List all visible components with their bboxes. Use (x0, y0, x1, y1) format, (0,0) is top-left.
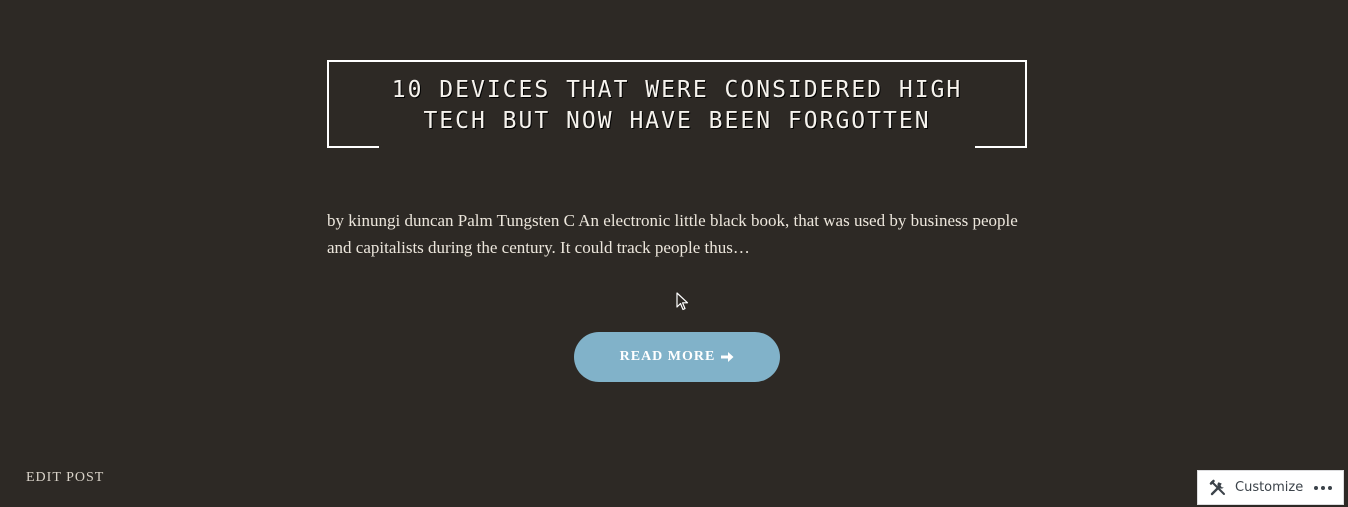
ellipsis-icon (1314, 485, 1332, 490)
arrow-right-icon (721, 352, 734, 362)
post-title-frame: 10 DEVICES THAT WERE CONSIDERED HIGH TEC… (327, 60, 1027, 148)
title-frame-corner-right (975, 146, 1027, 148)
customize-button[interactable]: Customize (1198, 471, 1311, 504)
read-more-button[interactable]: READ MORE (574, 332, 780, 382)
tools-icon (1209, 479, 1225, 495)
post-title[interactable]: 10 DEVICES THAT WERE CONSIDERED HIGH TEC… (359, 75, 995, 137)
post-excerpt: by kinungi duncan Palm Tungsten C An ele… (327, 211, 1018, 257)
mouse-cursor-icon (676, 292, 689, 311)
edit-post-link[interactable]: EDIT POST (26, 470, 104, 486)
title-frame-corner-left (327, 146, 379, 148)
read-more-label: READ MORE (619, 349, 716, 364)
more-options-button[interactable] (1313, 471, 1333, 504)
customize-label: Customize (1235, 480, 1304, 495)
customizer-bar: Customize (1197, 470, 1344, 505)
